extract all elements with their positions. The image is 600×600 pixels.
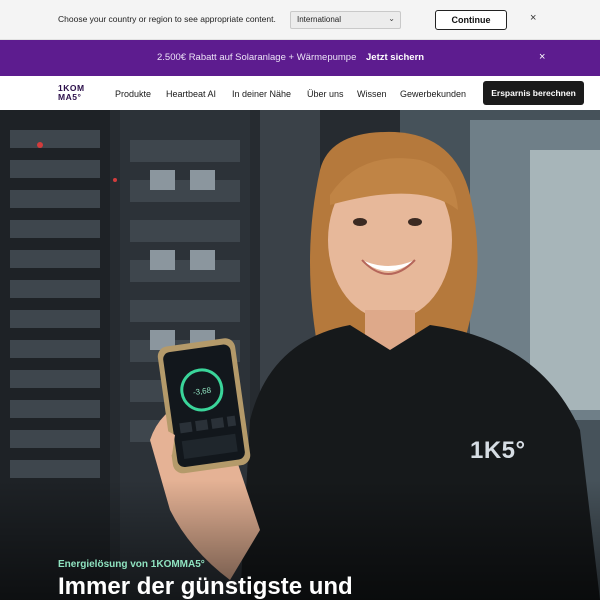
nav-item-in-deiner-naehe[interactable]: In deiner Nähe: [232, 89, 291, 99]
promo-banner: 2.500€ Rabatt auf Solaranlage + Wärmepum…: [0, 40, 600, 76]
logo-line-2: MA5°: [58, 92, 82, 102]
calculate-savings-button[interactable]: Ersparnis berechnen: [483, 81, 584, 105]
continue-button[interactable]: Continue: [435, 10, 507, 30]
region-select-value: International: [297, 15, 342, 24]
chevron-down-icon: ⌄: [388, 14, 395, 23]
hero-eyebrow: Energielösung von 1KOMMA5°: [58, 559, 205, 570]
close-icon[interactable]: ×: [539, 51, 545, 63]
promo-text: 2.500€ Rabatt auf Solaranlage + Wärmepum…: [157, 52, 357, 63]
nav-item-gewerbekunden[interactable]: Gewerbekunden: [400, 89, 466, 99]
nav-item-produkte[interactable]: Produkte: [115, 89, 151, 99]
country-prompt-text: Choose your country or region to see app…: [58, 14, 276, 24]
nav-item-heartbeat-ai[interactable]: Heartbeat AI: [166, 89, 216, 99]
hero-section: -3,68: [0, 110, 600, 600]
brand-logo[interactable]: 1KOM MA5°: [58, 84, 94, 104]
close-icon[interactable]: ×: [530, 12, 536, 24]
region-select[interactable]: International ⌄: [290, 11, 401, 29]
nav-item-wissen[interactable]: Wissen: [357, 89, 387, 99]
promo-cta-link[interactable]: Jetzt sichern: [366, 52, 424, 63]
country-selector-bar: Choose your country or region to see app…: [0, 0, 600, 40]
shirt-logo-text: 1K5°: [470, 437, 526, 464]
nav-item-ueber-uns[interactable]: Über uns: [307, 89, 344, 99]
hero-title: Immer der günstigste und: [58, 573, 353, 600]
